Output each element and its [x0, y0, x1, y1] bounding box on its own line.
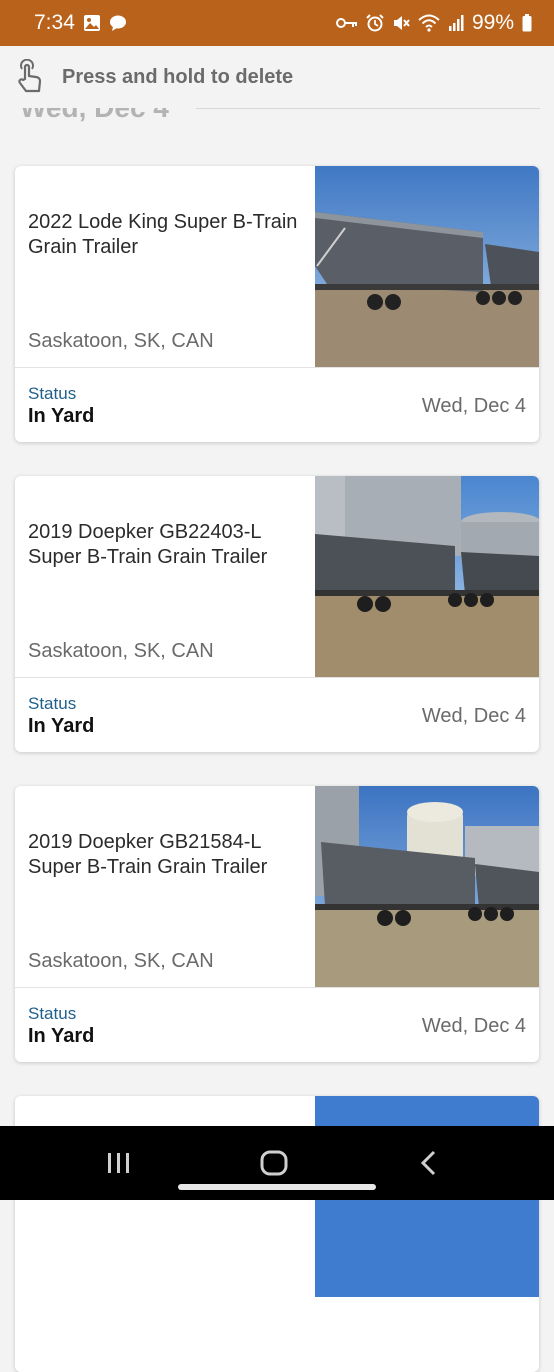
gallery-icon — [83, 14, 101, 32]
card-divider — [15, 367, 539, 368]
listing-card[interactable]: 2022 Lode King Super B-Train Grain Trail… — [15, 166, 539, 442]
status-time: 7:34 — [34, 11, 75, 34]
listing-date: Wed, Dec 4 — [421, 705, 526, 727]
signal-icon — [448, 14, 464, 32]
card-divider — [15, 677, 539, 678]
listing-date: Wed, Dec 4 — [421, 395, 526, 417]
listing-card[interactable]: 2019 Doepker GB22403-L Super B-Train Gra… — [15, 476, 539, 752]
back-icon[interactable] — [414, 1148, 444, 1178]
listing-title: 2019 Doepker GB22403-L Super B-Train Gra… — [28, 521, 268, 568]
key-icon — [335, 16, 358, 30]
chat-bubble-icon — [109, 14, 127, 32]
status-value: In Yard — [28, 715, 95, 737]
listing-location: Saskatoon, SK, CAN — [28, 640, 214, 662]
status-label: Status — [28, 384, 77, 403]
home-icon[interactable] — [258, 1148, 290, 1178]
status-value: In Yard — [28, 1025, 95, 1047]
delete-hint-bar: Press and hold to delete — [0, 46, 554, 108]
status-value: In Yard — [28, 405, 95, 427]
status-label: Status — [28, 1004, 77, 1023]
listing-card[interactable]: 2019 Doepker GB21584-L Super B-Train Gra… — [15, 786, 539, 1062]
listing-title: 2019 Doepker GB21584-L Super B-Train Gra… — [28, 831, 268, 878]
alarm-icon — [366, 14, 384, 32]
card-divider — [15, 987, 539, 988]
battery-percent: 99% — [471, 11, 514, 34]
touch-hand-icon — [14, 59, 46, 95]
mute-icon — [392, 14, 410, 32]
gesture-handle[interactable] — [178, 1184, 376, 1190]
recent-apps-icon[interactable] — [104, 1148, 134, 1178]
status-bar: 7:34 99% — [0, 0, 554, 46]
battery-icon — [522, 14, 532, 32]
listing-location: Saskatoon, SK, CAN — [28, 330, 214, 352]
listing-photo — [315, 166, 539, 367]
section-divider — [196, 108, 540, 109]
wifi-icon — [418, 14, 440, 32]
listing-date: Wed, Dec 4 — [421, 1015, 526, 1037]
status-label: Status — [28, 694, 77, 713]
listing-photo — [315, 476, 539, 677]
listing-location: Saskatoon, SK, CAN — [28, 950, 214, 972]
listing-photo — [315, 786, 539, 987]
delete-hint-text: Press and hold to delete — [62, 65, 294, 88]
listing-title: 2022 Lode King Super B-Train Grain Trail… — [28, 211, 298, 258]
